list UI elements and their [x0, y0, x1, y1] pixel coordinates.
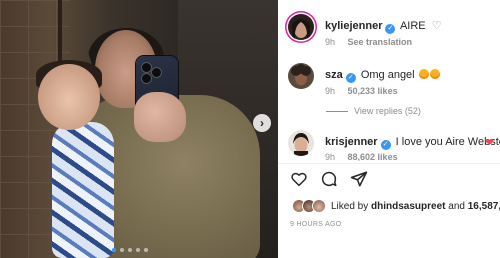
post-actions — [290, 170, 368, 188]
heart-icon[interactable]: ❤ — [485, 136, 494, 149]
likes-summary[interactable]: Liked by dhindsasupreet and 16,587,194 — [292, 199, 500, 213]
comment-likes[interactable]: 50,233 likes — [348, 86, 398, 96]
camera-lens — [152, 68, 161, 77]
liked-by-prefix: Liked by — [331, 200, 369, 212]
divider — [278, 163, 500, 164]
verified-icon: ✓ — [380, 140, 391, 150]
child-pajamas — [52, 122, 114, 258]
replies-line — [326, 110, 348, 112]
like-button[interactable] — [290, 170, 308, 188]
share-icon — [350, 171, 368, 187]
likes-count[interactable]: 16,587,194 — [468, 201, 500, 212]
chevron-right-icon: › — [260, 116, 264, 130]
post-photo[interactable]: › — [0, 0, 278, 258]
camera-lens — [142, 74, 151, 83]
heart-icon — [291, 172, 307, 187]
carousel-dot[interactable] — [136, 248, 140, 252]
avatar[interactable] — [288, 14, 314, 40]
caption-meta: 9h See translation — [325, 37, 412, 47]
username-link[interactable]: kyliejenner — [325, 20, 382, 32]
caption-time: 9h — [325, 37, 336, 47]
caption-body: AIRE — [399, 20, 426, 32]
comment-meta: 9h 88,602 likes — [325, 152, 398, 161]
heart-eyes-emoji-icon — [418, 69, 429, 79]
username-link[interactable]: sza — [325, 69, 343, 81]
see-translation-link[interactable]: See translation — [348, 37, 413, 47]
view-replies-button[interactable]: View replies (52) — [326, 106, 421, 116]
carousel-dot[interactable] — [112, 248, 116, 252]
post-timestamp: 9 HOURS AGO — [290, 221, 342, 228]
caption-text: kyliejenner ✓ AIRE ♡ — [325, 19, 442, 34]
comment-text: krisjenner ✓ I love you Aire Webster — [325, 135, 500, 150]
liker-username-link[interactable]: dhindsasupreet — [371, 201, 445, 212]
comment-icon — [321, 171, 337, 187]
verified-icon: ✓ — [385, 24, 396, 34]
comment-likes[interactable]: 88,602 likes — [348, 152, 398, 161]
liked-by-joiner: and — [448, 200, 465, 212]
heart-eyes-emoji-icon — [429, 69, 440, 79]
share-button[interactable] — [350, 170, 368, 188]
liker-avatar — [312, 199, 326, 213]
comments-panel: kyliejenner ✓ AIRE ♡ 9h See translation s… — [278, 0, 500, 258]
avatar[interactable] — [288, 130, 314, 156]
comment-meta: 9h 50,233 likes — [325, 86, 398, 96]
comment-time: 9h — [325, 152, 336, 161]
carousel-next-button[interactable]: › — [253, 114, 271, 132]
likes-text: Liked by dhindsasupreet and 16,587,194 — [331, 201, 500, 212]
heart-icon[interactable]: ♡ — [432, 19, 442, 33]
verified-icon: ✓ — [345, 73, 356, 83]
child-face — [38, 64, 100, 130]
comment-button[interactable] — [320, 170, 338, 188]
comment-text: sza ✓ Omg angel — [325, 68, 440, 83]
carousel-dot[interactable] — [128, 248, 132, 252]
camera-lens — [142, 63, 151, 72]
comment-body: Omg angel — [360, 69, 415, 81]
view-replies-label: View replies (52) — [354, 106, 421, 116]
comment-time: 9h — [325, 86, 336, 96]
avatar[interactable] — [288, 63, 314, 89]
carousel-dot[interactable] — [120, 248, 124, 252]
hand — [134, 92, 186, 142]
username-link[interactable]: krisjenner — [325, 136, 378, 148]
carousel-dot[interactable] — [144, 248, 148, 252]
carousel-dots — [112, 248, 148, 252]
